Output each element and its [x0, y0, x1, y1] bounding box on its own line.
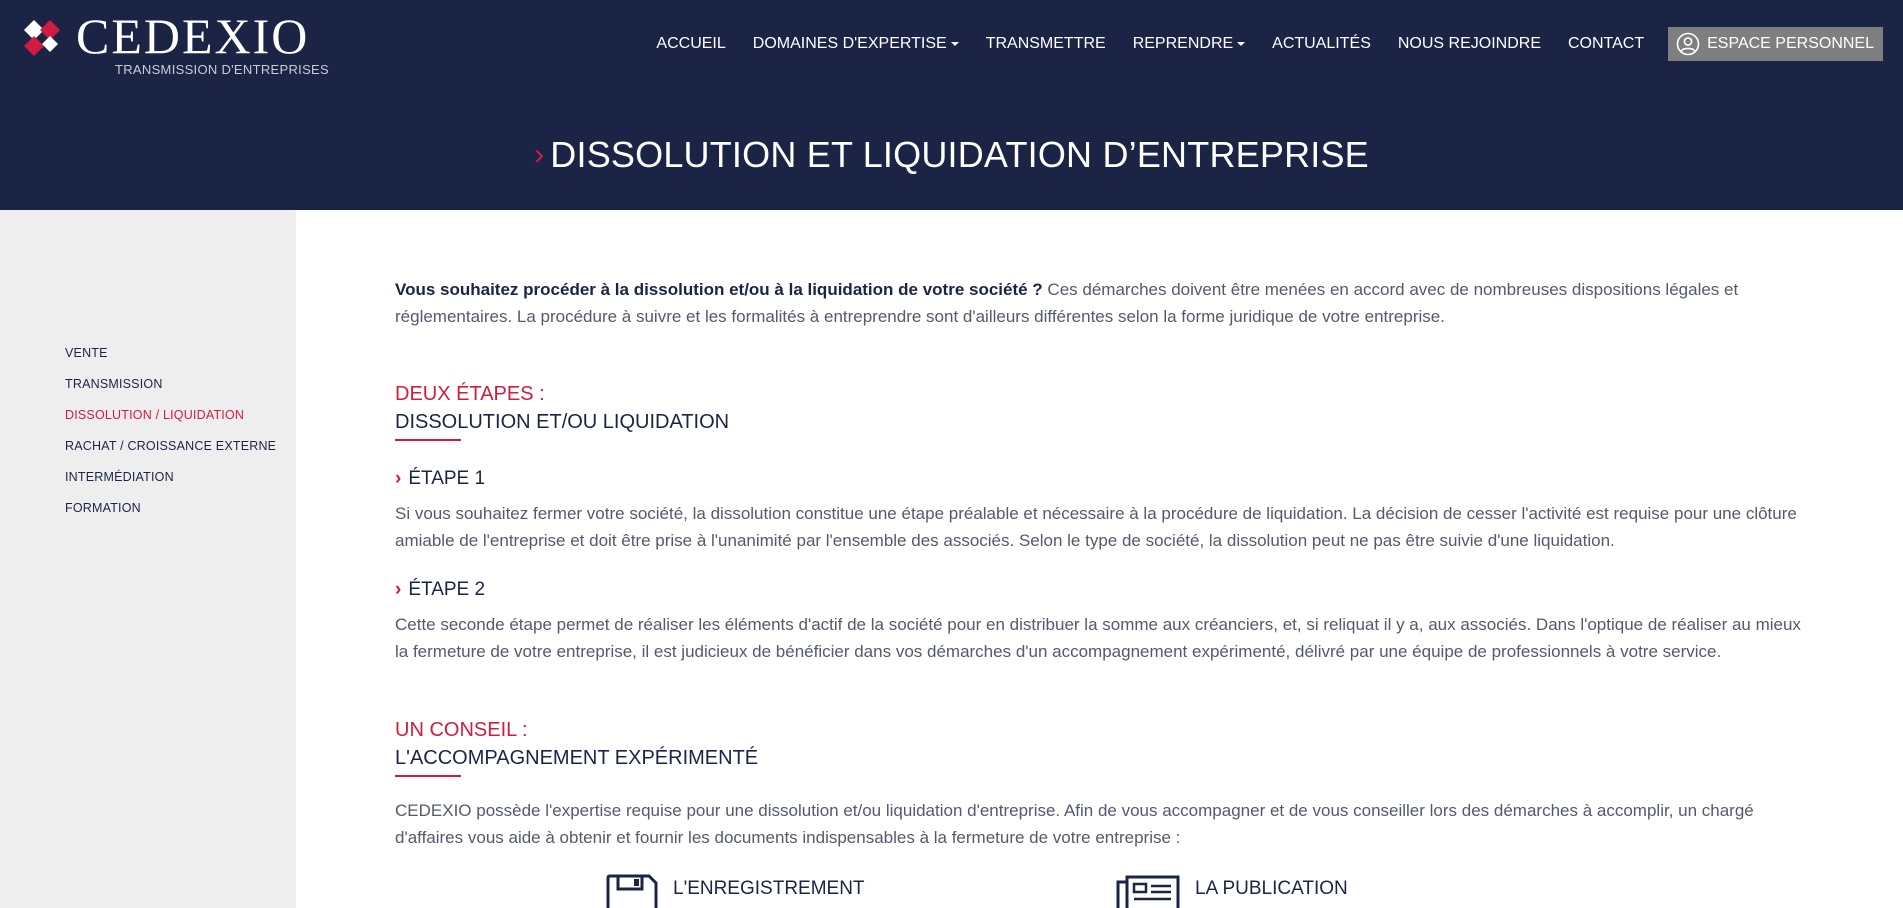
nav-item-accueil[interactable]: ACCUEIL	[656, 35, 725, 53]
step-title-text: ÉTAPE 1	[408, 468, 486, 489]
brand-logo[interactable]: CEDEXIO TRANSMISSION D'ENTREPRISES	[22, 8, 329, 77]
feature-enregistrement: L'ENREGISTREMENT	[605, 874, 865, 908]
nav-item-reprendre[interactable]: REPRENDRE	[1132, 35, 1246, 53]
chevron-right-icon: ›	[534, 138, 545, 171]
sidebar-item-transmission[interactable]: TRANSMISSION	[65, 369, 276, 400]
page-title: › DISSOLUTION ET LIQUIDATION D’ENTREPRISE	[0, 134, 1903, 176]
main-nav: ACCUEIL DOMAINES D'EXPERTISE TRANSMETTRE…	[629, 27, 1883, 61]
nav-label: TRANSMETTRE	[985, 35, 1106, 52]
logo-diamond-icon	[24, 20, 60, 56]
nav-label: ACCUEIL	[656, 35, 726, 52]
section-heading-etapes: DEUX ÉTAPES : DISSOLUTION ET/OU LIQUIDAT…	[395, 380, 729, 436]
nav-label: REPRENDRE	[1132, 35, 1234, 52]
sidebar-item-dissolution[interactable]: DISSOLUTION / LIQUIDATION	[65, 400, 276, 431]
nav-label: ACTUALITÉS	[1272, 35, 1371, 52]
floppy-disk-icon	[606, 874, 658, 908]
nav-label: NOUS REJOINDRE	[1397, 35, 1541, 52]
page-title-text: DISSOLUTION ET LIQUIDATION D’ENTREPRISE	[550, 134, 1369, 175]
newspaper-icon	[1116, 875, 1180, 908]
section-underline	[395, 775, 461, 777]
sidebar-item-intermediation[interactable]: INTERMÉDIATION	[65, 462, 276, 493]
step-2-text: Cette seconde étape permet de réaliser l…	[395, 615, 1801, 661]
nav-label: DOMAINES D'EXPERTISE	[752, 35, 947, 52]
espace-personnel-button[interactable]: ESPACE PERSONNEL	[1668, 27, 1883, 61]
step-1-text: Si vous souhaitez fermer votre société, …	[395, 504, 1797, 550]
nav-item-contact[interactable]: CONTACT	[1568, 35, 1644, 53]
caret-down-icon	[1237, 42, 1246, 46]
nav-item-transmettre[interactable]: TRANSMETTRE	[986, 35, 1106, 53]
sidebar-item-vente[interactable]: VENTE	[65, 338, 276, 369]
step-title-text: ÉTAPE 2	[408, 579, 486, 600]
brand-tagline: TRANSMISSION D'ENTREPRISES	[115, 62, 329, 77]
nav-label: CONTACT	[1567, 35, 1645, 52]
nav-item-domaines[interactable]: DOMAINES D'EXPERTISE	[753, 35, 959, 53]
step-2-title: › ÉTAPE 2	[395, 579, 485, 601]
caret-down-icon	[950, 42, 959, 46]
nav-item-nous-rejoindre[interactable]: NOUS REJOINDRE	[1398, 35, 1541, 53]
sidebar: VENTE TRANSMISSION DISSOLUTION / LIQUIDA…	[0, 210, 296, 908]
user-circle-icon	[1676, 32, 1700, 56]
section-kicker: DEUX ÉTAPES :	[395, 383, 545, 405]
section-heading-conseil: UN CONSEIL : L'ACCOMPAGNEMENT EXPÉRIMENT…	[395, 716, 758, 772]
section-title: L'ACCOMPAGNEMENT EXPÉRIMENTÉ	[395, 747, 759, 769]
section-title: DISSOLUTION ET/OU LIQUIDATION	[395, 411, 730, 433]
chevron-right-icon: ›	[395, 579, 402, 600]
feature-publication: LA PUBLICATION	[1115, 874, 1348, 908]
step-1-title: › ÉTAPE 1	[395, 468, 485, 490]
intro-question: Vous souhaitez procéder à la dissolution…	[395, 280, 1043, 299]
site-header: CEDEXIO TRANSMISSION D'ENTREPRISES ACCUE…	[0, 0, 1903, 210]
section-underline	[395, 439, 461, 441]
sidebar-item-rachat[interactable]: RACHAT / CROISSANCE EXTERNE	[65, 431, 276, 462]
feature-label: L'ENREGISTREMENT	[673, 878, 865, 899]
sidebar-menu: VENTE TRANSMISSION DISSOLUTION / LIQUIDA…	[65, 338, 276, 524]
intro-paragraph: Vous souhaitez procéder à la dissolution…	[395, 276, 1815, 330]
account-label: ESPACE PERSONNEL	[1707, 35, 1874, 52]
brand-name: CEDEXIO	[76, 8, 310, 64]
chevron-right-icon: ›	[395, 468, 402, 489]
section-kicker: UN CONSEIL :	[395, 719, 528, 741]
feature-label: LA PUBLICATION	[1195, 878, 1348, 899]
nav-item-actualites[interactable]: ACTUALITÉS	[1272, 35, 1371, 53]
conseil-text: CEDEXIO possède l'expertise requise pour…	[395, 801, 1754, 847]
sidebar-item-formation[interactable]: FORMATION	[65, 493, 276, 524]
